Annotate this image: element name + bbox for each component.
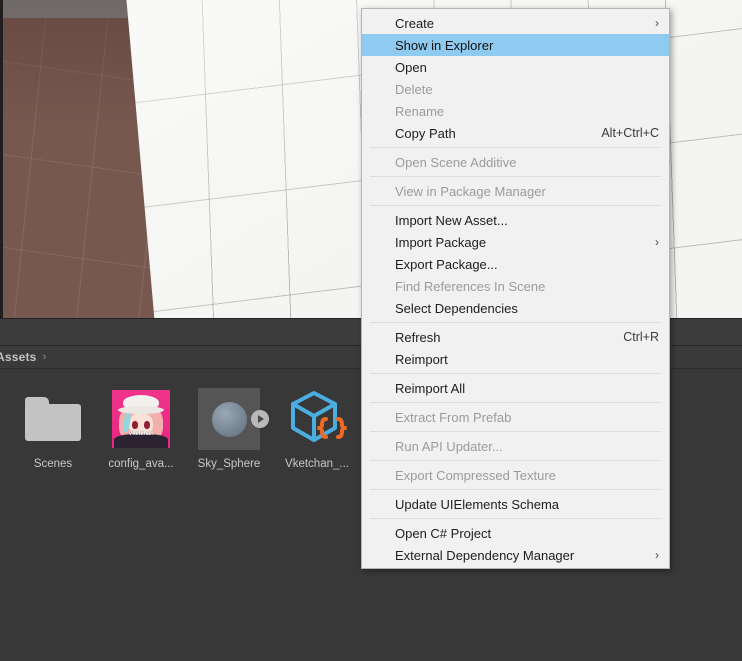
menu-item-import-package[interactable]: Import Package › bbox=[362, 231, 669, 253]
menu-item-create[interactable]: Create › bbox=[362, 12, 669, 34]
chevron-right-icon: › bbox=[655, 235, 659, 249]
unity-editor-window: Assets › Scenes Vketchan config_ava... S… bbox=[0, 0, 742, 661]
asset-label: Vketchan_... bbox=[285, 458, 349, 470]
asset-item-sky-sphere[interactable]: Sky_Sphere bbox=[190, 387, 269, 470]
model-cube-icon bbox=[286, 390, 348, 448]
menu-item-label: Open bbox=[395, 59, 427, 75]
asset-item-config-avatar[interactable]: Vketchan config_ava... bbox=[102, 387, 180, 470]
menu-item-reimport-all[interactable]: Reimport All bbox=[362, 377, 669, 399]
asset-thumbnail bbox=[285, 387, 349, 451]
menu-separator bbox=[370, 402, 661, 403]
menu-item-open[interactable]: Open bbox=[362, 56, 669, 78]
menu-item-label: Create bbox=[395, 15, 435, 31]
menu-item-select-dependencies[interactable]: Select Dependencies bbox=[362, 297, 669, 319]
menu-item-delete: Delete bbox=[362, 78, 669, 100]
breadcrumb[interactable]: Assets › bbox=[0, 350, 46, 364]
menu-item-extract-from-prefab: Extract From Prefab bbox=[362, 406, 669, 428]
menu-item-label: Run API Updater... bbox=[395, 438, 503, 454]
menu-item-label: External Dependency Manager bbox=[395, 547, 575, 563]
menu-item-external-dependency-manager[interactable]: External Dependency Manager › bbox=[362, 544, 669, 566]
menu-item-shortcut: Alt+Ctrl+C bbox=[601, 126, 659, 140]
avatar-thumbnail-icon: Vketchan bbox=[112, 390, 170, 448]
menu-item-refresh[interactable]: Refresh Ctrl+R bbox=[362, 326, 669, 348]
menu-item-export-package[interactable]: Export Package... bbox=[362, 253, 669, 275]
menu-item-reimport[interactable]: Reimport bbox=[362, 348, 669, 370]
chevron-right-icon: › bbox=[655, 16, 659, 30]
menu-item-open-scene-additive: Open Scene Additive bbox=[362, 151, 669, 173]
menu-item-label: Import New Asset... bbox=[395, 212, 508, 228]
project-context-menu[interactable]: Create › Show in Explorer Open Delete Rename C… bbox=[361, 8, 670, 569]
menu-item-label: Delete bbox=[395, 81, 433, 97]
asset-item-scenes[interactable]: Scenes bbox=[14, 387, 92, 470]
menu-item-label: Rename bbox=[395, 103, 445, 119]
material-preview-icon bbox=[198, 388, 269, 450]
menu-item-label: Find References In Scene bbox=[395, 278, 546, 294]
menu-item-open-c-project[interactable]: Open C# Project bbox=[362, 522, 669, 544]
asset-thumbnail bbox=[197, 387, 269, 451]
menu-item-label: Copy Path bbox=[395, 125, 456, 141]
menu-separator bbox=[370, 431, 661, 432]
menu-item-view-in-package-manager: View in Package Manager bbox=[362, 180, 669, 202]
menu-item-shortcut: Ctrl+R bbox=[623, 330, 659, 344]
menu-item-run-api-updater: Run API Updater... bbox=[362, 435, 669, 457]
menu-item-label: Refresh bbox=[395, 329, 441, 345]
menu-item-label: Open C# Project bbox=[395, 525, 492, 541]
menu-item-label: Reimport All bbox=[395, 380, 466, 396]
folder-icon bbox=[25, 397, 81, 441]
menu-item-rename: Rename bbox=[362, 100, 669, 122]
menu-separator bbox=[370, 460, 661, 461]
asset-thumbnail bbox=[21, 387, 85, 451]
menu-item-label: Export Compressed Texture bbox=[395, 467, 556, 483]
menu-item-label: Export Package... bbox=[395, 256, 498, 272]
menu-item-copy-path[interactable]: Copy Path Alt+Ctrl+C bbox=[362, 122, 669, 144]
breadcrumb-item-assets[interactable]: Assets bbox=[0, 350, 37, 364]
menu-item-label: Show in Explorer bbox=[395, 37, 494, 53]
asset-label: config_ava... bbox=[108, 458, 174, 470]
menu-separator bbox=[370, 176, 661, 177]
menu-item-label: Extract From Prefab bbox=[395, 409, 512, 425]
asset-label: Scenes bbox=[33, 458, 73, 470]
menu-item-update-uielements-schema[interactable]: Update UIElements Schema bbox=[362, 493, 669, 515]
menu-item-label: Open Scene Additive bbox=[395, 154, 517, 170]
menu-item-label: Update UIElements Schema bbox=[395, 496, 560, 512]
menu-separator bbox=[370, 147, 661, 148]
chevron-right-icon: › bbox=[42, 350, 47, 363]
asset-thumbnail: Vketchan bbox=[109, 387, 173, 451]
menu-item-label: Import Package bbox=[395, 234, 487, 250]
menu-separator bbox=[370, 373, 661, 374]
chevron-right-icon: › bbox=[655, 548, 659, 562]
menu-item-import-new-asset[interactable]: Import New Asset... bbox=[362, 209, 669, 231]
menu-item-label: View in Package Manager bbox=[395, 183, 546, 199]
menu-item-find-references-in-scene: Find References In Scene bbox=[362, 275, 669, 297]
asset-label: Sky_Sphere bbox=[197, 458, 261, 470]
menu-separator bbox=[370, 322, 661, 323]
menu-item-show-in-explorer[interactable]: Show in Explorer bbox=[362, 34, 669, 56]
menu-item-label: Select Dependencies bbox=[395, 300, 518, 316]
asset-item-vketchan-model[interactable]: Vketchan_... bbox=[278, 387, 356, 470]
menu-separator bbox=[370, 489, 661, 490]
menu-separator bbox=[370, 518, 661, 519]
menu-separator bbox=[370, 205, 661, 206]
menu-item-export-compressed-texture: Export Compressed Texture bbox=[362, 464, 669, 486]
menu-item-label: Reimport bbox=[395, 351, 448, 367]
avatar-watermark-text: Vketchan bbox=[128, 431, 154, 437]
play-badge-icon[interactable] bbox=[251, 410, 269, 428]
